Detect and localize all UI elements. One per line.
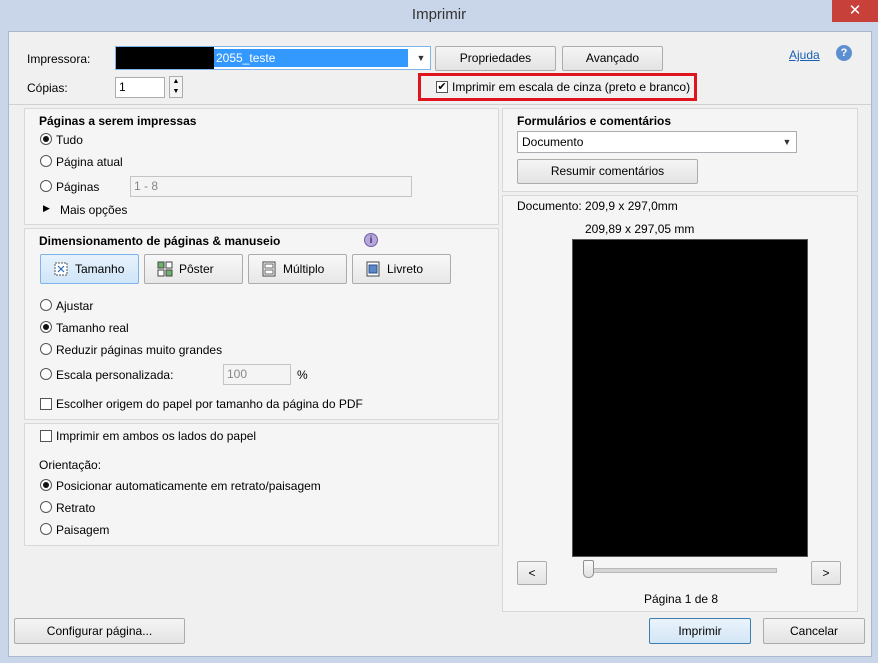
dialog-body: Impressora: 2055_teste ▼ Propriedades Av… [8,31,872,657]
more-options-link[interactable]: Mais opções [60,203,127,217]
sizing-custom-radio[interactable] [40,368,52,380]
tool-poster-label: Pôster [179,262,214,276]
sizing-custom-label: Escala personalizada: [56,368,174,382]
page-slider-thumb[interactable] [583,560,594,578]
sizing-panel: Dimensionamento de páginas & manuseio i … [24,228,499,420]
orientation-portrait-radio[interactable] [40,501,52,513]
advanced-button[interactable]: Avançado [562,46,663,71]
orientation-auto-radio[interactable] [40,479,52,491]
orientation-landscape-label: Paisagem [56,523,110,537]
tool-booklet-button[interactable]: Livreto [352,254,451,284]
sizing-fit-label: Ajustar [56,299,94,313]
pages-heading: Páginas a serem impressas [39,114,197,128]
sizing-fit-radio[interactable] [40,299,52,311]
duplex-label: Imprimir em ambos os lados do papel [56,429,257,443]
redacted-printer-name [116,47,214,69]
poster-icon [157,261,173,277]
grayscale-checkbox[interactable]: ✔ [436,81,448,93]
forms-select[interactable]: Documento ▼ [517,131,797,153]
page-setup-button[interactable]: Configurar página... [14,618,185,644]
sizing-heading: Dimensionamento de páginas & manuseio [39,234,281,248]
divider [9,104,871,105]
orientation-landscape-radio[interactable] [40,523,52,535]
multiple-pages-icon [262,261,276,277]
sizing-shrink-radio[interactable] [40,343,52,355]
forms-panel: Formulários e comentários Documento ▼ Re… [502,108,858,192]
custom-scale-input[interactable]: 100 [223,364,291,385]
printer-label: Impressora: [27,52,91,66]
forms-selected-value: Documento [522,135,584,149]
prev-page-button[interactable]: < [517,561,547,585]
sizing-actual-radio[interactable] [40,321,52,333]
tool-size-label: Tamanho [75,262,125,276]
tool-size-button[interactable]: Tamanho [40,254,139,284]
page-info: Página 1 de 8 [644,592,719,606]
copies-spinner[interactable]: ▲ ▼ [169,76,183,98]
pages-range-label: Páginas [56,180,100,194]
triangle-right-icon[interactable]: ▶ [43,203,50,214]
pages-range-input[interactable]: 1 - 8 [130,176,412,197]
page-preview [572,239,808,557]
booklet-icon [366,261,380,277]
title-bar: Imprimir ✕ [0,0,878,32]
orientation-heading: Orientação: [39,458,102,472]
tool-booklet-label: Livreto [387,262,424,276]
orientation-panel: Imprimir em ambos os lados do papel Orie… [24,423,499,546]
copies-label: Cópias: [27,81,68,95]
pages-all-label: Tudo [56,133,83,147]
print-dialog: Imprimir ✕ Impressora: 2055_teste ▼ Prop… [0,0,878,663]
page-size-label: 209,89 x 297,05 mm [585,222,695,236]
page-size-icon [54,262,68,276]
page-slider-track[interactable] [587,568,777,573]
forms-heading: Formulários e comentários [517,114,672,128]
window-title: Imprimir [411,6,467,23]
paper-source-checkbox[interactable] [40,398,52,410]
help-icon[interactable]: ? [836,45,852,61]
sizing-shrink-label: Reduzir páginas muito grandes [56,343,223,357]
percent-label: % [297,368,308,382]
chevron-down-icon[interactable]: ▼ [778,132,796,152]
orientation-auto-label: Posicionar automaticamente em retrato/pa… [56,479,321,493]
document-size-label: Documento: 209,9 x 297,0mm [517,199,678,213]
cancel-button[interactable]: Cancelar [763,618,865,644]
pages-range-radio[interactable] [40,180,52,192]
properties-button[interactable]: Propriedades [435,46,556,71]
print-button[interactable]: Imprimir [649,618,751,644]
preview-panel: Documento: 209,9 x 297,0mm 209,89 x 297,… [502,195,858,612]
copies-input[interactable]: 1 [115,77,165,98]
grayscale-highlight: ✔ Imprimir em escala de cinza (preto e b… [418,73,697,101]
duplex-checkbox[interactable] [40,430,52,442]
tool-poster-button[interactable]: Pôster [144,254,243,284]
tool-multiple-button[interactable]: Múltiplo [248,254,347,284]
help-link[interactable]: Ajuda [789,48,820,62]
sizing-actual-label: Tamanho real [56,321,129,335]
printer-selected-value: 2055_teste [214,49,408,67]
next-page-button[interactable]: > [811,561,841,585]
summarize-comments-button[interactable]: Resumir comentários [517,159,698,184]
chevron-down-icon[interactable]: ▼ [412,47,430,69]
tool-multiple-label: Múltiplo [283,262,325,276]
paper-source-label: Escolher origem do papel por tamanho da … [56,397,363,411]
pages-current-radio[interactable] [40,155,52,167]
pages-all-radio[interactable] [40,133,52,145]
pages-panel: Páginas a serem impressas Tudo Página at… [24,108,499,225]
close-icon[interactable]: ✕ [832,0,878,22]
pages-current-label: Página atual [56,155,123,169]
printer-select[interactable]: 2055_teste ▼ [115,46,431,70]
orientation-portrait-label: Retrato [56,501,96,515]
info-icon[interactable]: i [364,233,378,247]
grayscale-label: Imprimir em escala de cinza (preto e bra… [452,80,691,94]
